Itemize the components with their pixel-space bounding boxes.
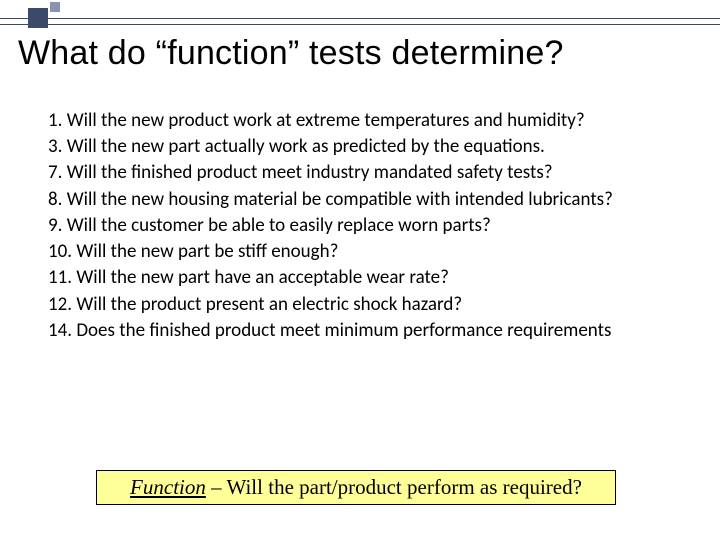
summary-callout: Function – Will the part/product perform… <box>96 470 616 505</box>
square-accent-icon <box>28 8 48 28</box>
question-item: 9. Will the customer be able to easily r… <box>48 213 680 239</box>
question-item: 7. Will the finished product meet indust… <box>48 160 680 186</box>
question-item: 14. Does the finished product meet minim… <box>48 318 680 344</box>
question-item: 11. Will the new part have an acceptable… <box>48 265 680 291</box>
slide-decoration <box>0 0 720 30</box>
question-item: 12. Will the product present an electric… <box>48 292 680 318</box>
rule-line <box>0 18 720 19</box>
question-item: 1. Will the new product work at extreme … <box>48 108 680 134</box>
callout-rest: – Will the part/product perform as requi… <box>206 475 582 499</box>
question-item: 8. Will the new housing material be comp… <box>48 187 680 213</box>
square-accent-icon <box>50 2 60 12</box>
rule-line <box>0 24 720 25</box>
callout-lead: Function <box>130 475 206 499</box>
slide-title: What do “function” tests determine? <box>18 34 702 73</box>
question-item: 3. Will the new part actually work as pr… <box>48 134 680 160</box>
question-list: 1. Will the new product work at extreme … <box>48 108 680 344</box>
question-item: 10. Will the new part be stiff enough? <box>48 239 680 265</box>
